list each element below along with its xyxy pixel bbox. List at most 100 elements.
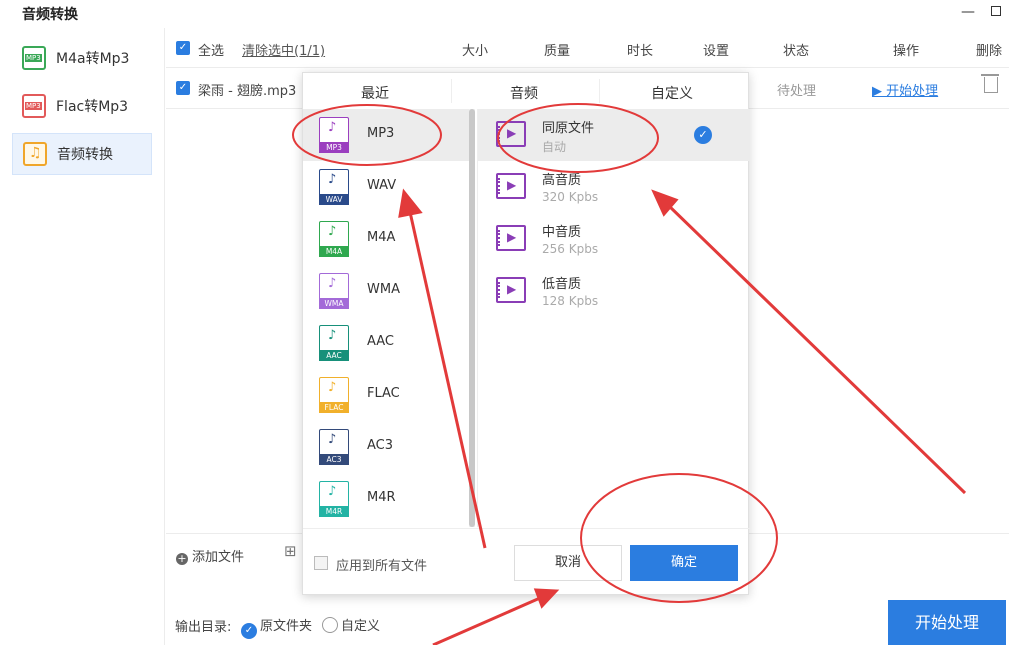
video-file-icon	[496, 121, 526, 147]
sidebar-item-label: Flac转Mp3	[56, 99, 129, 115]
start-process-link[interactable]: ▶ 开始处理	[872, 80, 938, 99]
format-item-wma[interactable]: ♪ WMA WMA	[303, 265, 469, 317]
quality-subtitle: 320 Kpbs	[542, 190, 599, 204]
quality-item-high[interactable]: 高音质 320 Kpbs	[478, 161, 750, 213]
format-item-m4a[interactable]: ♪ M4A M4A	[303, 213, 469, 265]
audio-convert-icon	[23, 142, 47, 166]
output-custom-label: 自定义	[341, 619, 381, 634]
maximize-icon	[991, 6, 1001, 16]
file-list-header: ✓ 全选 清除选中(1/1) 大小 质量 时长 设置 状态 操作 删除	[166, 28, 1009, 68]
confirm-button[interactable]: 确定	[630, 545, 738, 581]
radio-unchecked-icon	[322, 617, 338, 633]
wav-file-icon: ♪ WAV	[319, 169, 349, 205]
tab-audio[interactable]: 音频	[510, 83, 538, 103]
sidebar-item-m4a-to-mp3[interactable]: M4a转Mp3	[12, 37, 152, 79]
quality-subtitle: 256 Kpbs	[542, 242, 599, 256]
format-label: WMA	[367, 282, 400, 297]
tab-custom[interactable]: 自定义	[651, 83, 693, 103]
format-item-aac[interactable]: ♪ AAC AAC	[303, 317, 469, 369]
format-label: M4A	[367, 230, 396, 245]
add-file-button[interactable]: + 添加文件	[176, 546, 244, 565]
trash-icon[interactable]	[981, 74, 999, 93]
popup-footer: 应用到所有文件 取消 确定	[303, 528, 750, 596]
output-original-label: 原文件夹	[260, 619, 313, 634]
format-item-m4r[interactable]: ♪ M4R M4R	[303, 473, 469, 525]
output-label: 输出目录:	[175, 620, 232, 635]
file-name: 梁雨 - 翅膀.mp3	[198, 84, 297, 99]
column-quality: 质量	[544, 44, 571, 59]
quality-title: 同原文件	[542, 121, 595, 136]
format-popup: 最近 音频 自定义 ♪ MP3 MP3 ♪ WAV WAV ♪ M4A M4A ♪ WM…	[302, 72, 750, 596]
format-label: MP3	[367, 126, 395, 141]
format-list-scrollbar[interactable]	[469, 109, 475, 527]
quality-subtitle: 自动	[542, 140, 567, 154]
flac-to-mp3-icon	[22, 94, 46, 118]
quality-title: 中音质	[542, 225, 582, 240]
column-settings: 设置	[703, 44, 730, 59]
app-title: 音频转换	[22, 7, 78, 23]
format-label: AC3	[367, 438, 394, 453]
tab-divider	[599, 79, 600, 103]
apply-all-checkbox[interactable]	[314, 556, 328, 570]
quality-list: 同原文件 自动 ✓ 高音质 320 Kpbs 中音质 256 Kpbs 低音质 …	[477, 109, 750, 527]
start-process-button[interactable]: 开始处理	[888, 600, 1006, 645]
apply-all-label[interactable]: 应用到所有文件	[336, 555, 427, 574]
format-item-mp3[interactable]: ♪ MP3 MP3	[303, 109, 469, 161]
sidebar-item-flac-to-mp3[interactable]: Flac转Mp3	[12, 85, 152, 127]
radio-checked-icon: ✓	[241, 623, 257, 639]
quality-title: 低音质	[542, 277, 582, 292]
format-label: AAC	[367, 334, 394, 349]
sidebar-item-label: M4a转Mp3	[56, 51, 130, 67]
check-icon: ✓	[694, 126, 712, 144]
flac-file-icon: ♪ FLAC	[319, 377, 349, 413]
video-file-icon	[496, 277, 526, 303]
wma-file-icon: ♪ WMA	[319, 273, 349, 309]
quality-subtitle: 128 Kpbs	[542, 294, 599, 308]
sidebar-item-audio-convert[interactable]: 音频转换	[12, 133, 152, 175]
column-size: 大小	[462, 44, 489, 59]
format-item-flac[interactable]: ♪ FLAC FLAC	[303, 369, 469, 421]
aac-file-icon: ♪ AAC	[319, 325, 349, 361]
tab-recent[interactable]: 最近	[361, 83, 389, 103]
select-all-label[interactable]: 全选	[198, 40, 224, 59]
column-delete: 删除	[976, 44, 1003, 59]
maximize-button[interactable]	[986, 2, 1006, 22]
video-file-icon	[496, 225, 526, 251]
add-folder-icon[interactable]: ⊞	[284, 542, 297, 560]
m4r-file-icon: ♪ M4R	[319, 481, 349, 517]
minimize-button[interactable]: —	[958, 2, 978, 22]
column-status: 状态	[783, 44, 810, 59]
quality-item-original[interactable]: 同原文件 自动 ✓	[478, 109, 750, 161]
select-all-checkbox[interactable]: ✓	[176, 41, 190, 55]
row-checkbox[interactable]: ✓	[176, 81, 190, 95]
format-label: M4R	[367, 490, 396, 505]
format-item-wav[interactable]: ♪ WAV WAV	[303, 161, 469, 213]
column-duration: 时长	[627, 44, 654, 59]
output-custom-radio[interactable]: 自定义	[322, 615, 380, 634]
output-original-radio[interactable]: ✓ 原文件夹	[241, 615, 312, 639]
video-file-icon	[496, 173, 526, 199]
quality-title: 高音质	[542, 173, 582, 188]
sidebar: M4a转Mp3 Flac转Mp3 音频转换	[0, 28, 165, 645]
plus-icon: +	[176, 552, 188, 565]
m4a-file-icon: ♪ M4A	[319, 221, 349, 257]
ac3-file-icon: ♪ AC3	[319, 429, 349, 465]
sidebar-item-label: 音频转换	[57, 147, 113, 163]
format-item-ac3[interactable]: ♪ AC3 AC3	[303, 421, 469, 473]
file-status: 待处理	[777, 84, 817, 99]
m4a-to-mp3-icon	[22, 46, 46, 70]
format-label: WAV	[367, 178, 397, 193]
scrollbar-thumb[interactable]	[469, 109, 475, 527]
title-bar: 音频转换 —	[0, 0, 1009, 28]
quality-item-medium[interactable]: 中音质 256 Kpbs	[478, 213, 750, 265]
format-list: ♪ MP3 MP3 ♪ WAV WAV ♪ M4A M4A ♪ WMA WMA ♪ AAC…	[303, 109, 469, 527]
mp3-file-icon: ♪ MP3	[319, 117, 349, 153]
cancel-button[interactable]: 取消	[514, 545, 622, 581]
output-directory: 输出目录: ✓ 原文件夹 自定义	[166, 605, 866, 641]
popup-tabs: 最近 音频 自定义	[303, 73, 750, 109]
quality-item-low[interactable]: 低音质 128 Kpbs	[478, 265, 750, 317]
add-file-label: 添加文件	[192, 550, 245, 565]
format-label: FLAC	[367, 386, 400, 401]
clear-selection-link[interactable]: 清除选中(1/1)	[242, 40, 325, 59]
column-action: 操作	[893, 44, 920, 59]
